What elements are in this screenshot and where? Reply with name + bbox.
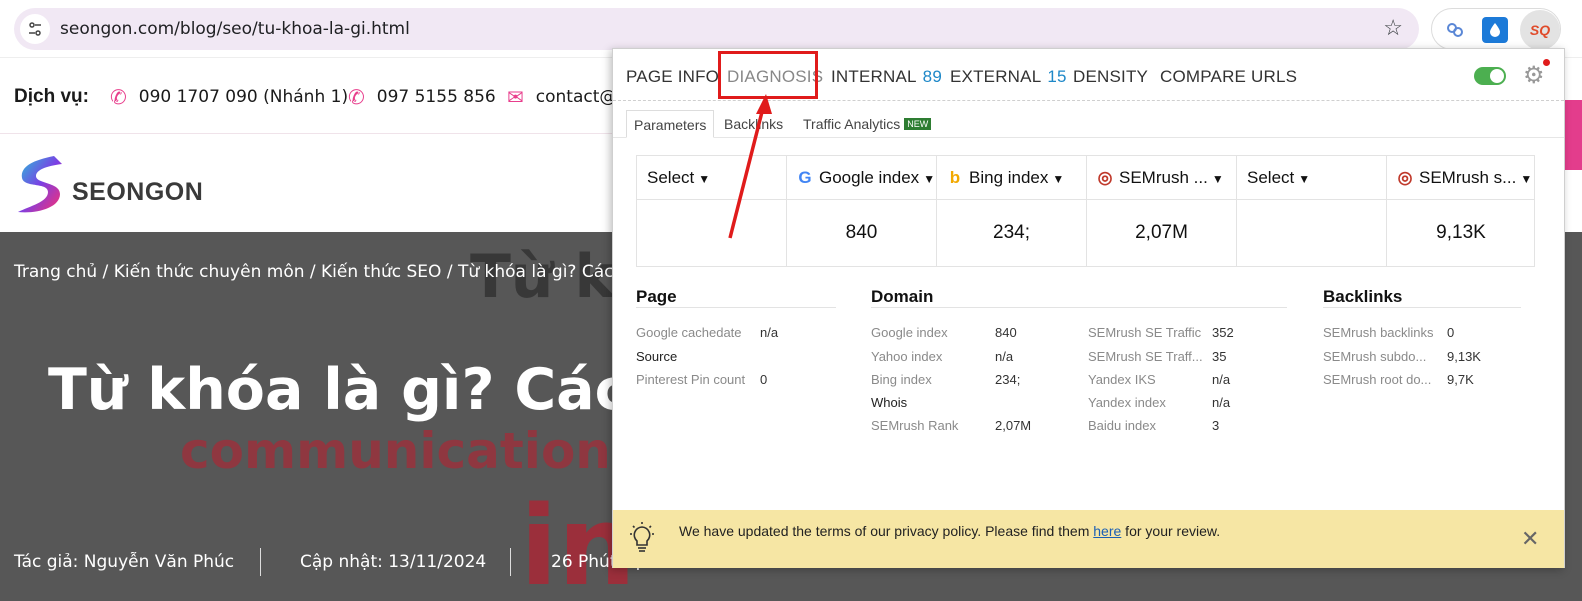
services-label: Dịch vụ: bbox=[14, 86, 89, 107]
address-bar[interactable]: seongon.com/blog/seo/tu-khoa-la-gi.html … bbox=[14, 8, 1419, 50]
section-divider bbox=[636, 307, 836, 308]
external-count: 15 bbox=[1047, 67, 1067, 86]
seongon-logo-icon[interactable] bbox=[14, 152, 68, 216]
lightbulb-icon bbox=[627, 522, 657, 561]
phone-icon: ✆ bbox=[110, 85, 127, 109]
notice-text: We have updated the terms of our privacy… bbox=[679, 523, 1221, 539]
new-badge: NEW bbox=[904, 118, 932, 130]
contact-email[interactable]: ✉ contact@ bbox=[507, 85, 616, 109]
domain-row[interactable]: Yahoo index n/a bbox=[871, 349, 1013, 364]
tab-page-info[interactable]: PAGE INFO bbox=[626, 67, 719, 87]
meta-divider bbox=[510, 548, 511, 576]
domain-row[interactable]: Baidu index 3 bbox=[1088, 418, 1219, 433]
caret-down-icon: ▼ bbox=[1052, 172, 1065, 186]
meta-divider bbox=[260, 548, 261, 576]
gear-icon[interactable]: ⚙ bbox=[1523, 61, 1545, 90]
domain-row[interactable]: Yandex IKS n/a bbox=[1088, 372, 1230, 387]
backlinks-row[interactable]: SEMrush subdo... 9,13K bbox=[1323, 349, 1481, 364]
tab-density[interactable]: DENSITY bbox=[1073, 67, 1148, 87]
tab-external[interactable]: EXTERNAL 15 bbox=[950, 67, 1067, 87]
seoquake-extension-icon[interactable]: SQ bbox=[1520, 10, 1560, 50]
contact-phone-2[interactable]: ✆ 097 5155 856 bbox=[348, 85, 496, 109]
tab-internal[interactable]: INTERNAL 89 bbox=[831, 67, 942, 87]
logo-text: SEONGON bbox=[72, 178, 204, 206]
backlinks-row[interactable]: SEMrush root do... 9,7K bbox=[1323, 372, 1474, 387]
bg-decoration: communication bbox=[180, 422, 611, 480]
page-row[interactable]: Source bbox=[636, 349, 677, 364]
metric-google-index-dropdown[interactable]: G Google index ▼ bbox=[787, 156, 936, 200]
domain-row[interactable]: Bing index 234; bbox=[871, 372, 1020, 387]
notice-here-link[interactable]: here bbox=[1093, 523, 1121, 539]
page-side-widget[interactable] bbox=[1565, 100, 1582, 170]
privacy-notice: We have updated the terms of our privacy… bbox=[613, 510, 1564, 568]
section-domain-title: Domain bbox=[871, 287, 934, 306]
internal-count: 89 bbox=[922, 67, 942, 86]
metric-column: ◎ SEMrush ... ▼ 2,07M bbox=[1087, 156, 1237, 266]
section-divider bbox=[871, 307, 1287, 308]
metric-semrush-rank-dropdown[interactable]: ◎ SEMrush ... ▼ bbox=[1087, 156, 1236, 200]
section-divider bbox=[1323, 307, 1521, 308]
metric-column: G Google index ▼ 840 bbox=[787, 156, 937, 266]
page-row: Google cachedate n/a bbox=[636, 325, 779, 340]
caret-down-icon: ▼ bbox=[1211, 172, 1224, 186]
mail-icon: ✉ bbox=[507, 85, 524, 109]
domain-row[interactable]: SEMrush SE Traff... 35 bbox=[1088, 349, 1226, 364]
enable-toggle[interactable] bbox=[1474, 67, 1506, 85]
metric-column: ◎ SEMrush s... ▼ 9,13K bbox=[1387, 156, 1535, 266]
section-page-title: Page bbox=[636, 287, 677, 306]
email-text: contact@ bbox=[535, 87, 617, 107]
metric-value bbox=[1237, 200, 1386, 266]
notification-dot bbox=[1543, 59, 1550, 66]
seoquake-label: SQ bbox=[1529, 22, 1551, 38]
contact-phone-1[interactable]: ✆ 090 1707 090 (Nhánh 1) bbox=[110, 85, 348, 109]
metric-value[interactable]: 234; bbox=[937, 200, 1086, 266]
semrush-icon: ◎ bbox=[1397, 168, 1413, 187]
metric-bing-index-dropdown[interactable]: b Bing index ▼ bbox=[937, 156, 1086, 200]
section-backlinks-title: Backlinks bbox=[1323, 287, 1403, 306]
domain-row[interactable]: Google index 840 bbox=[871, 325, 1017, 340]
metric-value[interactable]: 9,13K bbox=[1387, 200, 1535, 266]
breadcrumb[interactable]: Trang chủ / Kiến thức chuyên môn / Kiến … bbox=[14, 262, 651, 282]
metric-select-dropdown[interactable]: Select ▼ bbox=[1237, 156, 1386, 200]
page-row: Pinterest Pin count 0 bbox=[636, 372, 768, 387]
metric-value[interactable]: 2,07M bbox=[1087, 200, 1236, 266]
extensions-area: SQ bbox=[1431, 8, 1561, 50]
bing-icon: b bbox=[949, 168, 961, 187]
metric-column: Select ▼ bbox=[1237, 156, 1387, 266]
metric-semrush-subdomains-dropdown[interactable]: ◎ SEMrush s... ▼ bbox=[1387, 156, 1535, 200]
close-icon[interactable]: ✕ bbox=[1521, 526, 1539, 552]
author-text: Tác giả: Nguyễn Văn Phúc bbox=[14, 552, 235, 572]
domain-row[interactable]: Whois bbox=[871, 395, 907, 410]
backlinks-row[interactable]: SEMrush backlinks 0 bbox=[1323, 325, 1454, 340]
link-extension-icon[interactable] bbox=[1442, 17, 1468, 43]
site-info-icon[interactable] bbox=[20, 14, 50, 44]
subtab-traffic-analytics[interactable]: Traffic Analytics NEW bbox=[796, 110, 938, 138]
tab-compare-urls[interactable]: COMPARE URLS bbox=[1160, 67, 1297, 87]
domain-row[interactable]: SEMrush SE Traffic 352 bbox=[1088, 325, 1234, 340]
google-icon: G bbox=[798, 168, 812, 187]
phone-2-text: 097 5155 856 bbox=[376, 87, 496, 107]
phone-1-text: 090 1707 090 (Nhánh 1) bbox=[138, 87, 349, 107]
phone-icon: ✆ bbox=[348, 85, 365, 109]
caret-down-icon: ▼ bbox=[1520, 172, 1533, 186]
caret-down-icon: ▼ bbox=[1298, 172, 1311, 186]
domain-row[interactable]: Yandex index n/a bbox=[1088, 395, 1230, 410]
annotation-arrow-icon bbox=[728, 94, 772, 239]
domain-row[interactable]: SEMrush Rank 2,07M bbox=[871, 418, 1031, 433]
droplet-extension-icon[interactable] bbox=[1482, 17, 1508, 43]
url-text[interactable]: seongon.com/blog/seo/tu-khoa-la-gi.html bbox=[60, 19, 410, 39]
updated-text: Cập nhật: 13/11/2024 bbox=[300, 552, 487, 572]
semrush-icon: ◎ bbox=[1097, 168, 1113, 187]
metric-value[interactable]: 840 bbox=[787, 200, 936, 266]
caret-down-icon: ▼ bbox=[923, 172, 936, 186]
metric-column: b Bing index ▼ 234; bbox=[937, 156, 1087, 266]
bookmark-star-icon[interactable]: ☆ bbox=[1383, 15, 1403, 41]
